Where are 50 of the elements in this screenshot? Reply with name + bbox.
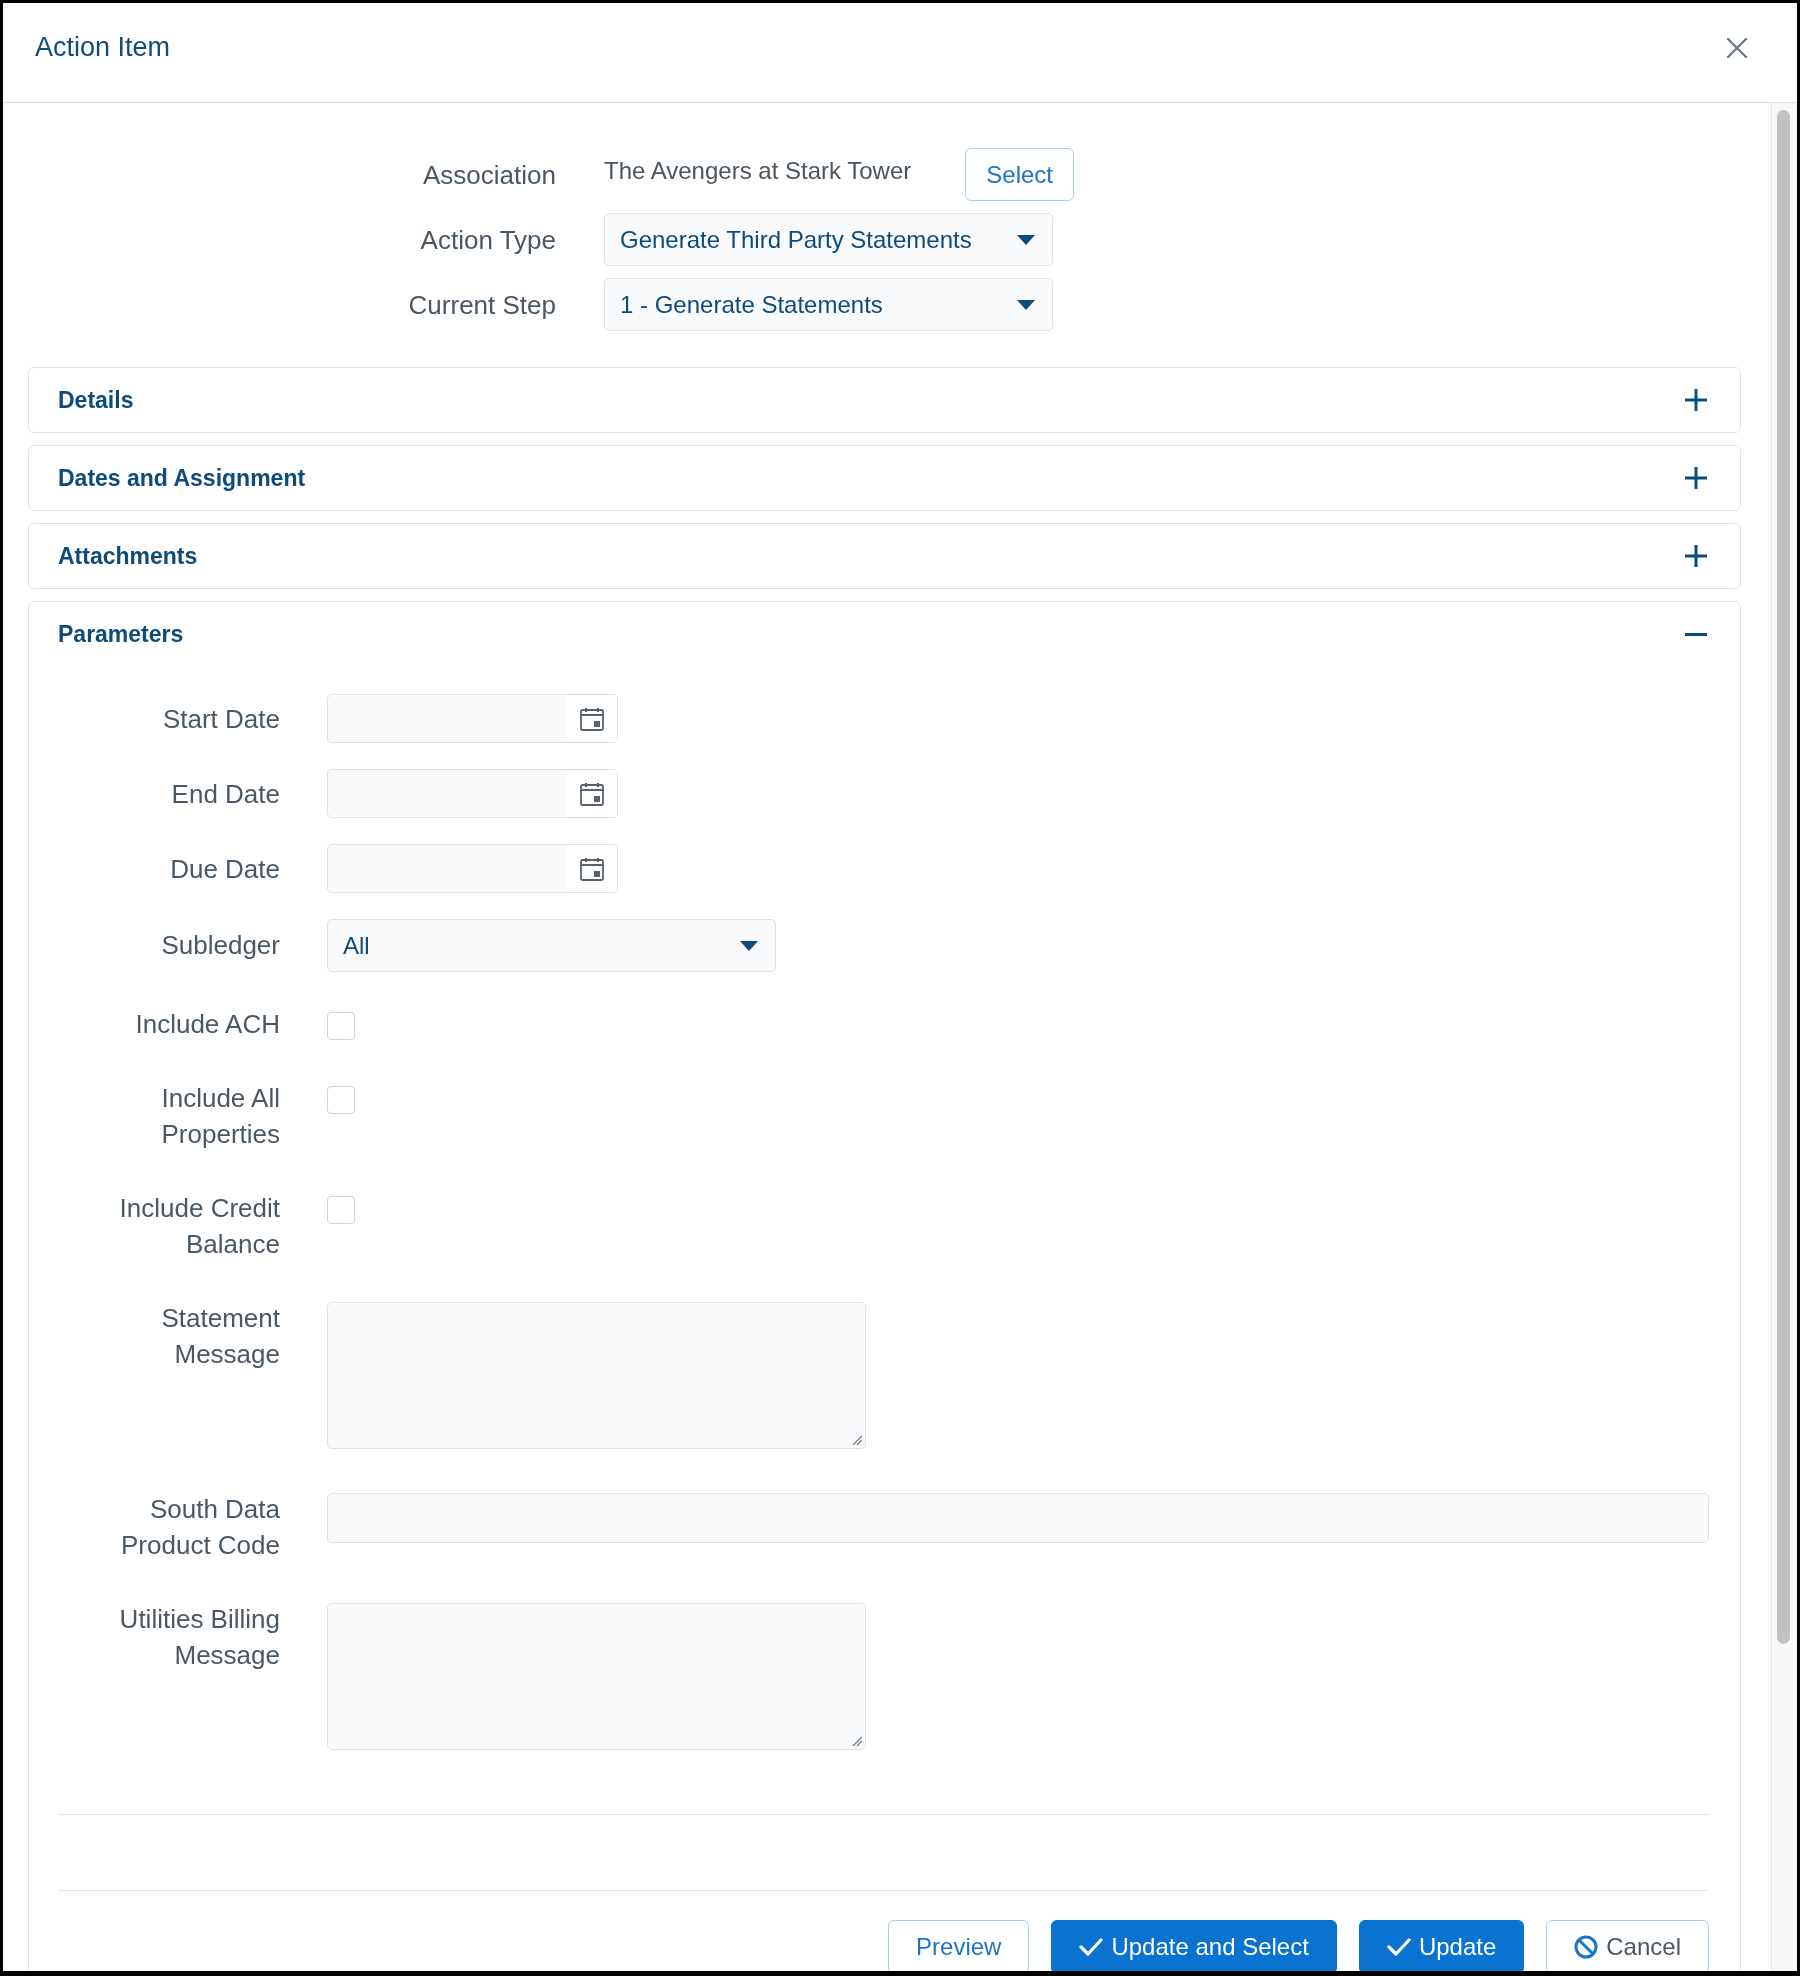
caret-icon <box>740 940 758 951</box>
field-label: End Date <box>170 778 280 811</box>
input-field[interactable] <box>327 1493 1709 1543</box>
scrollbar[interactable] <box>1771 103 1797 1971</box>
accordion-header[interactable]: Parameters <box>29 602 1740 666</box>
field-label: Include All Properties <box>160 1082 280 1151</box>
accordion-header[interactable]: Dates and Assignment <box>29 446 1740 510</box>
accordion-header[interactable]: Details <box>29 368 1740 432</box>
checkbox[interactable] <box>327 1012 355 1040</box>
field-label: Due Date <box>169 853 280 886</box>
outline-button[interactable]: Preview <box>888 1920 1030 1971</box>
caret-icon <box>1017 299 1035 310</box>
field-label: Start Date <box>161 703 280 736</box>
field-label: Include Credit Balance <box>118 1192 280 1261</box>
accordion-header[interactable]: Attachments <box>29 524 1740 588</box>
field-label: Subledger <box>160 929 280 962</box>
select-field[interactable]: Generate Third Party Statements <box>604 213 1053 266</box>
checkbox[interactable] <box>327 1196 355 1224</box>
field-value: The Avengers at Stark Tower <box>604 156 912 185</box>
field-label: Action Type <box>419 223 556 257</box>
calendar-icon[interactable] <box>580 856 604 881</box>
date-field[interactable] <box>327 694 618 743</box>
textarea-field[interactable] <box>327 1603 866 1750</box>
field-label: Association <box>422 158 556 192</box>
check-icon <box>1386 1937 1411 1957</box>
date-field[interactable] <box>327 844 618 893</box>
resize-grip-icon[interactable] <box>852 1736 862 1746</box>
field-label: Statement Message <box>160 1302 280 1371</box>
field-label: Utilities Billing Message <box>118 1603 280 1672</box>
checkbox[interactable] <box>327 1086 355 1114</box>
calendar-icon[interactable] <box>580 706 604 731</box>
field-label: South Data Product Code <box>120 1493 280 1562</box>
ban-icon <box>1574 1935 1599 1959</box>
primary-button[interactable]: Update <box>1358 1920 1525 1971</box>
date-field[interactable] <box>327 769 618 818</box>
textarea-field[interactable] <box>327 1302 866 1449</box>
close-icon[interactable] <box>1726 36 1748 59</box>
field-label: Current Step <box>407 288 556 322</box>
field-label: Include ACH <box>134 1008 280 1041</box>
select-field[interactable]: All <box>327 919 776 972</box>
calendar-icon[interactable] <box>580 781 604 806</box>
caret-icon <box>1017 234 1035 245</box>
primary-button[interactable]: Update and Select <box>1051 1920 1337 1971</box>
select-field[interactable]: 1 - Generate Statements <box>604 278 1053 331</box>
cancel-button[interactable]: Cancel <box>1546 1920 1709 1971</box>
dialog-title: Action Item <box>35 32 171 63</box>
scrollbar-thumb[interactable] <box>1777 110 1790 1644</box>
select-button[interactable]: Select <box>965 148 1074 201</box>
resize-grip-icon[interactable] <box>852 1435 862 1445</box>
check-icon <box>1079 1937 1104 1957</box>
